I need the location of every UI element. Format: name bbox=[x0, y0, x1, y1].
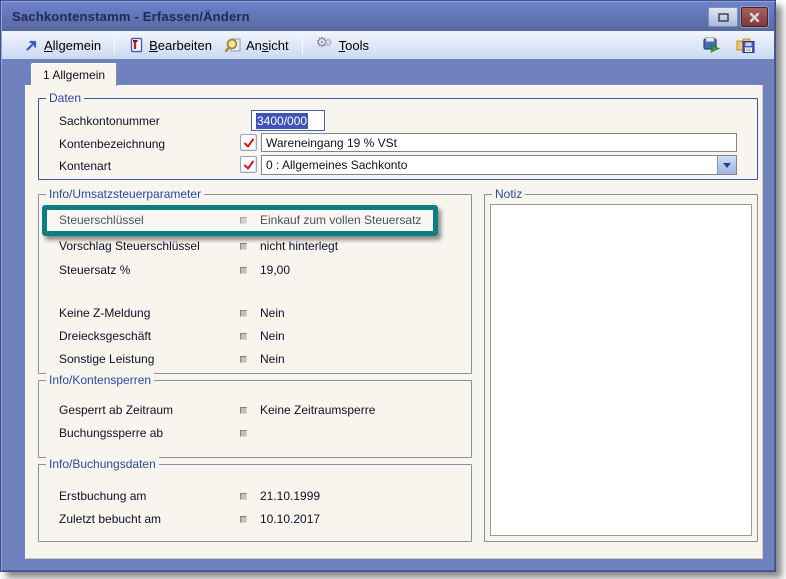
bullet-icon bbox=[240, 310, 247, 317]
menu-bearbeiten[interactable]: Bearbeiten bbox=[122, 35, 218, 55]
toolbar-separator bbox=[114, 35, 115, 55]
info-row-keine-z-meldung: Keine Z-Meldung Nein bbox=[39, 306, 471, 322]
field-value: 10.10.2017 bbox=[260, 512, 320, 526]
bullet-icon bbox=[240, 333, 247, 340]
field-value: Einkauf zum vollen Steuersatz bbox=[260, 213, 421, 227]
field-value: Nein bbox=[260, 306, 285, 320]
close-icon bbox=[749, 12, 760, 23]
info-row-sonstige-leistung: Sonstige Leistung Nein bbox=[39, 352, 471, 368]
kontenbezeichnung-check-button[interactable] bbox=[240, 134, 257, 151]
field-label: Keine Z-Meldung bbox=[59, 306, 150, 320]
gears-icon: ⚙⚙ bbox=[316, 37, 334, 53]
edit-document-icon bbox=[128, 37, 144, 53]
menu-label: Tools bbox=[339, 38, 369, 53]
group-umsatzsteuerparameter: Info/Umsatzsteuerparameter Steuerschlüss… bbox=[38, 194, 472, 374]
field-label-kontenbezeichnung: Kontenbezeichnung bbox=[59, 137, 165, 151]
sachkontonummer-value: 3400/000 bbox=[256, 113, 308, 129]
bullet-icon bbox=[240, 430, 247, 437]
field-label: Vorschlag Steuerschlüssel bbox=[59, 239, 200, 253]
minimize-button[interactable] bbox=[708, 7, 738, 27]
field-label: Dreiecksgeschäft bbox=[59, 329, 151, 343]
kontenart-check-button[interactable] bbox=[240, 156, 257, 173]
field-value: nicht hinterlegt bbox=[260, 239, 338, 253]
field-value: Nein bbox=[260, 329, 285, 343]
field-label: Buchungssperre ab bbox=[59, 426, 163, 440]
group-notiz: Notiz bbox=[484, 194, 758, 542]
sachkontonummer-input[interactable]: 3400/000 bbox=[251, 110, 325, 131]
info-row-buchungssperre-ab: Buchungssperre ab bbox=[39, 426, 471, 442]
info-row-dreiecksgeschaeft: Dreiecksgeschäft Nein bbox=[39, 329, 471, 345]
menu-label: Bearbeiten bbox=[149, 38, 212, 53]
info-row-gesperrt-ab-zeitraum: Gesperrt ab Zeitraum Keine Zeitraumsperr… bbox=[39, 403, 471, 419]
chevron-down-icon bbox=[723, 163, 731, 168]
bullet-icon bbox=[240, 243, 247, 250]
kontenbezeichnung-input[interactable]: Wareneingang 19 % VSt bbox=[261, 133, 737, 152]
menu-ansicht[interactable]: Ansicht bbox=[218, 35, 295, 55]
exit-icon[interactable] bbox=[702, 36, 722, 54]
bullet-icon bbox=[240, 516, 247, 523]
field-label: Sonstige Leistung bbox=[59, 352, 154, 366]
info-row-erstbuchung-am: Erstbuchung am 21.10.1999 bbox=[39, 489, 471, 505]
field-value: 19,00 bbox=[260, 263, 290, 277]
close-button[interactable] bbox=[741, 7, 768, 27]
red-check-icon bbox=[243, 137, 255, 149]
kontenbezeichnung-value: Wareneingang 19 % VSt bbox=[266, 136, 397, 150]
title-bar[interactable]: Sachkontenstamm - Erfassen/Ändern bbox=[2, 2, 774, 31]
info-row-zuletzt-bebucht-am: Zuletzt bebucht am 10.10.2017 bbox=[39, 512, 471, 528]
info-row-steuersatz: Steuersatz % 19,00 bbox=[39, 263, 471, 279]
menu-label: Allgemein bbox=[44, 38, 101, 53]
dropdown-button[interactable] bbox=[717, 156, 736, 174]
menu-allgemein[interactable]: Allgemein bbox=[18, 36, 107, 55]
field-label: Erstbuchung am bbox=[59, 489, 146, 503]
group-buchungsdaten: Info/Buchungsdaten Erstbuchung am 21.10.… bbox=[38, 464, 472, 542]
arrow-up-right-icon bbox=[24, 38, 39, 53]
group-daten: Daten Sachkontonummer 3400/000 Kontenbez… bbox=[38, 98, 758, 180]
group-legend: Notiz bbox=[492, 187, 525, 201]
tab-allgemein[interactable]: 1 Allgemein bbox=[31, 63, 117, 86]
field-label: Steuerschlüssel bbox=[59, 213, 144, 227]
menu-tools[interactable]: ⚙⚙ Tools bbox=[310, 35, 375, 55]
bullet-icon bbox=[240, 217, 247, 224]
group-legend: Info/Umsatzsteuerparameter bbox=[46, 187, 204, 201]
group-kontensperren: Info/Kontensperren Gesperrt ab Zeitraum … bbox=[38, 380, 472, 458]
bullet-icon bbox=[240, 493, 247, 500]
minimize-icon bbox=[718, 13, 729, 22]
save-icon[interactable] bbox=[736, 36, 756, 54]
field-value: Nein bbox=[260, 352, 285, 366]
tab-page: Daten Sachkontonummer 3400/000 Kontenbez… bbox=[25, 85, 763, 559]
field-value: Keine Zeitraumsperre bbox=[260, 403, 375, 417]
field-label-sachkontonummer: Sachkontonummer bbox=[59, 114, 160, 128]
bullet-icon bbox=[240, 407, 247, 414]
toolbar: Allgemein Bearbeiten Ansicht ⚙⚙ Tools bbox=[2, 31, 774, 59]
group-legend: Info/Kontensperren bbox=[46, 373, 154, 387]
field-label: Zuletzt bebucht am bbox=[59, 512, 161, 526]
field-label: Steuersatz % bbox=[59, 263, 130, 277]
tab-label: 1 Allgemein bbox=[43, 68, 105, 82]
group-legend: Info/Buchungsdaten bbox=[46, 457, 159, 471]
info-row-vorschlag-steuerschluessel: Vorschlag Steuerschlüssel nicht hinterle… bbox=[39, 239, 471, 255]
field-label: Gesperrt ab Zeitraum bbox=[59, 403, 173, 417]
magnifier-icon bbox=[224, 37, 241, 53]
window-title: Sachkontenstamm - Erfassen/Ändern bbox=[12, 9, 250, 24]
toolbar-separator bbox=[302, 35, 303, 55]
bullet-icon bbox=[240, 356, 247, 363]
field-value: 21.10.1999 bbox=[260, 489, 320, 503]
bullet-icon bbox=[240, 267, 247, 274]
app-window: Sachkontenstamm - Erfassen/Ändern Allgem… bbox=[0, 0, 776, 572]
group-legend: Daten bbox=[46, 91, 84, 105]
red-check-icon bbox=[243, 159, 255, 171]
notiz-textarea[interactable] bbox=[490, 204, 752, 536]
field-label-kontenart: Kontenart bbox=[59, 159, 111, 173]
kontenart-dropdown[interactable]: 0 : Allgemeines Sachkonto bbox=[261, 155, 737, 175]
info-row-steuerschluessel: Steuerschlüssel Einkauf zum vollen Steue… bbox=[39, 213, 471, 229]
menu-label: Ansicht bbox=[246, 38, 289, 53]
kontenart-value: 0 : Allgemeines Sachkonto bbox=[262, 158, 717, 172]
